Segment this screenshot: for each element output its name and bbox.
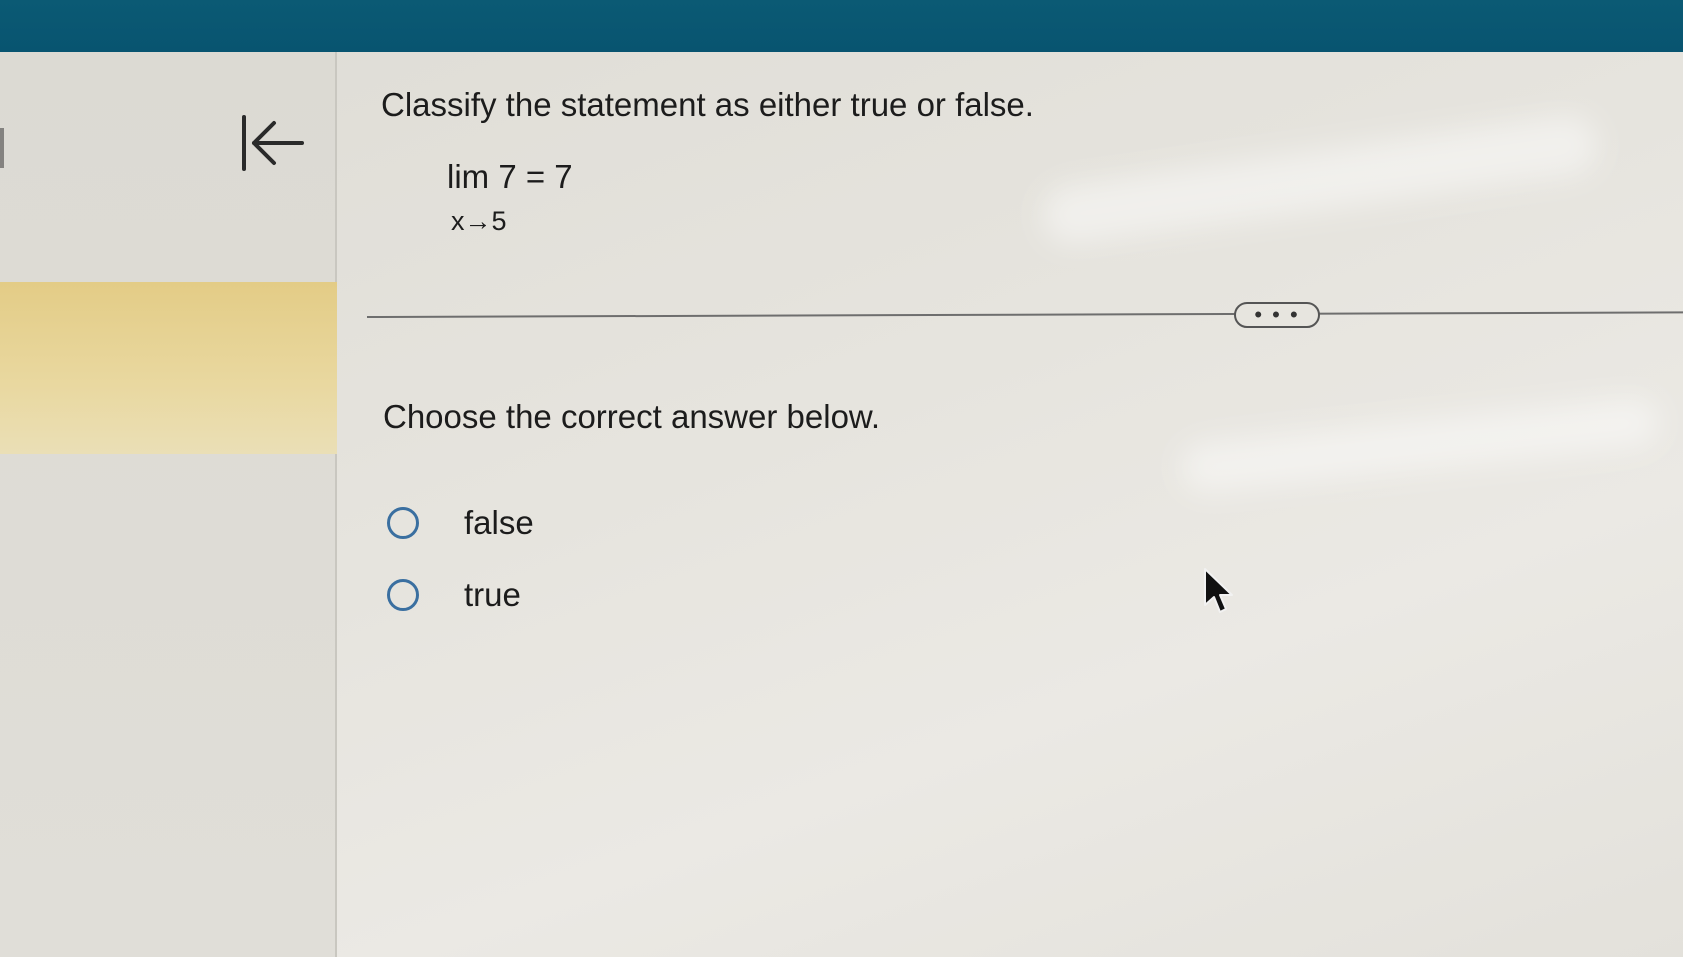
screen-frame: Classify the statement as either true or… (0, 0, 1683, 957)
answer-option-false[interactable]: false (387, 504, 534, 542)
section-divider (366, 311, 1683, 318)
option-label: false (464, 504, 534, 541)
radio-button[interactable] (387, 507, 419, 539)
limit-expression: lim 7 = 7 x→5 (447, 158, 573, 236)
answer-prompt: Choose the correct answer below. (383, 398, 881, 435)
question-title: Classify the statement as either true or… (381, 86, 1034, 123)
option-label: true (464, 576, 521, 613)
top-header-bar (0, 0, 1683, 52)
sidebar-edge-mark (0, 128, 4, 168)
collapse-left-icon (242, 115, 304, 171)
left-sidebar (0, 52, 337, 957)
question-content: Classify the statement as either true or… (339, 52, 1683, 957)
radio-button[interactable] (387, 579, 419, 611)
limit-subscript: x→5 (451, 206, 507, 236)
mouse-pointer-icon (1204, 568, 1233, 613)
answer-option-true[interactable]: true (387, 576, 521, 614)
collapse-sidebar-button[interactable] (240, 113, 310, 173)
more-options-button[interactable]: • • • (1234, 302, 1320, 328)
sidebar-active-item[interactable] (0, 282, 337, 454)
limit-main: lim 7 = 7 (447, 158, 573, 195)
